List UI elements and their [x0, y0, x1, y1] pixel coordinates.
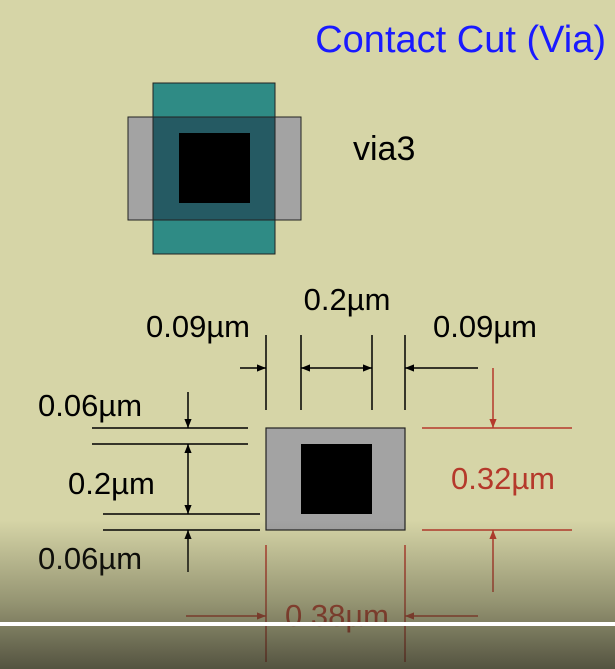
- horizontal-spacing-dimensions: [240, 335, 478, 410]
- via3-layer-stack-icon: [127, 82, 302, 255]
- slide-title: Contact Cut (Via): [315, 19, 606, 61]
- top-spacing-label: 0.06µm: [38, 388, 142, 423]
- via-cell-diagram: [265, 427, 406, 531]
- video-progress-bar[interactable]: [0, 622, 615, 626]
- bottom-spacing-label: 0.06µm: [38, 541, 142, 576]
- via-height-label: 0.2µm: [68, 466, 155, 501]
- via-width-label: 0.2µm: [304, 282, 391, 317]
- via-diagram-slide: Contact Cut (Via) via3 0.09µm 0.2µm 0.09…: [38, 19, 606, 662]
- via-cut: [179, 133, 250, 203]
- pad-width-label: 0.38µm: [285, 598, 389, 633]
- pad-height-label: 0.32µm: [451, 461, 555, 496]
- layer-name-label: via3: [353, 130, 415, 168]
- left-spacing-label: 0.09µm: [146, 309, 250, 344]
- via-square: [301, 444, 372, 514]
- right-spacing-label: 0.09µm: [433, 309, 537, 344]
